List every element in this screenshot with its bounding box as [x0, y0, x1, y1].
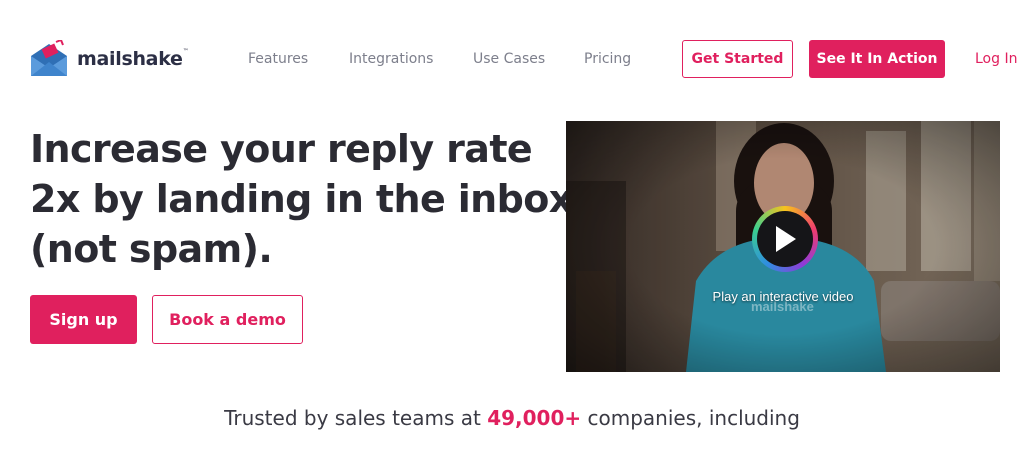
envelope-icon — [31, 40, 67, 76]
nav-features[interactable]: Features — [248, 51, 308, 67]
company-count: 49,000+ — [487, 406, 582, 430]
login-link[interactable]: Log In — [975, 51, 1017, 67]
hero-headline: Increase your reply rate 2x by landing i… — [30, 124, 573, 274]
nav-pricing[interactable]: Pricing — [584, 51, 631, 67]
headline-line-2: 2x by landing in the inbox — [30, 177, 573, 221]
trusted-prefix: Trusted by sales teams at — [224, 406, 488, 430]
video-player[interactable]: mailshake Play an interactive video — [566, 121, 1000, 372]
play-icon — [776, 226, 796, 252]
brand-logo[interactable]: mailshake™ — [29, 40, 189, 78]
video-caption: Play an interactive video — [712, 289, 854, 304]
see-in-action-button[interactable]: See It In Action — [809, 40, 945, 78]
book-demo-button[interactable]: Book a demo — [152, 295, 303, 344]
nav-use-cases[interactable]: Use Cases — [473, 51, 545, 67]
get-started-button[interactable]: Get Started — [682, 40, 793, 78]
nav-integrations[interactable]: Integrations — [349, 51, 433, 67]
signup-button[interactable]: Sign up — [30, 295, 137, 344]
play-button[interactable] — [752, 206, 818, 272]
brand-name: mailshake™ — [77, 48, 189, 70]
trusted-by-text: Trusted by sales teams at 49,000+ compan… — [0, 406, 1024, 430]
trusted-suffix: companies, including — [581, 406, 800, 430]
site-header: mailshake™ Features Integrations Use Cas… — [0, 0, 1024, 110]
headline-line-1: Increase your reply rate — [30, 127, 533, 171]
headline-line-3: (not spam). — [30, 227, 273, 271]
